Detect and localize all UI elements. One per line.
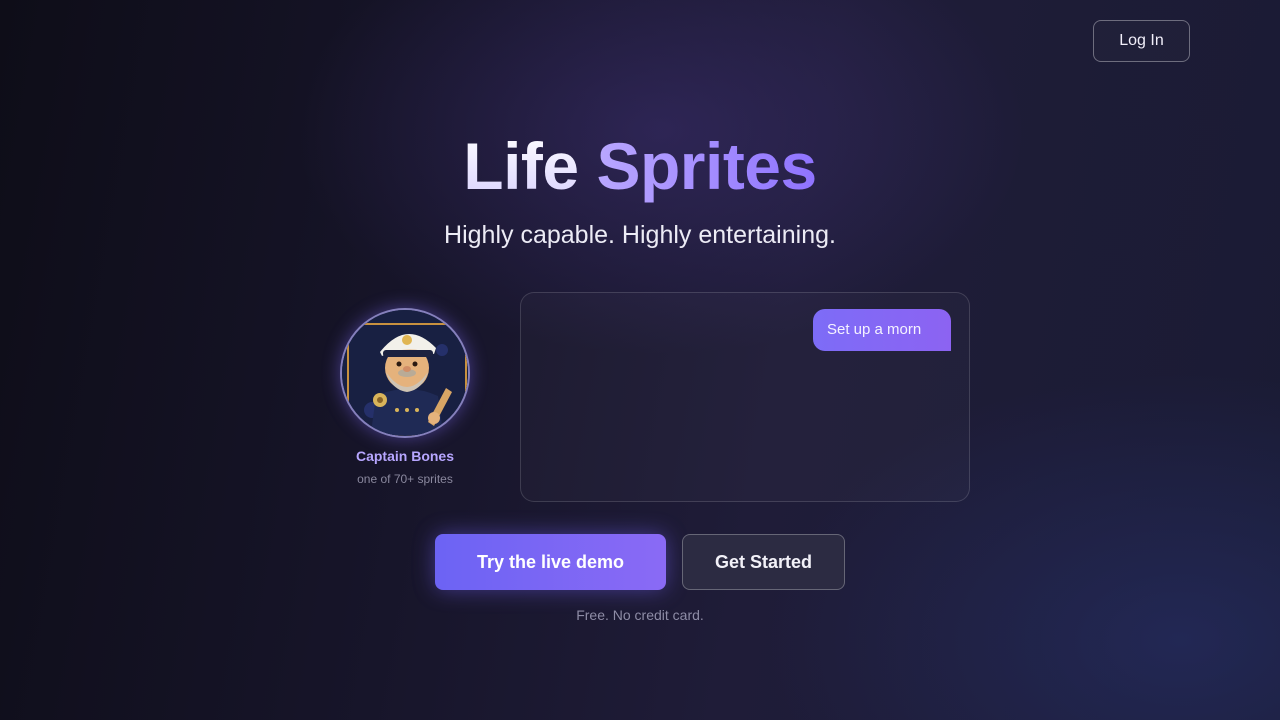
login-button[interactable]: Log In xyxy=(1093,20,1190,62)
sprite-name: Captain Bones xyxy=(355,448,454,464)
user-message-bubble: Set up a morn xyxy=(813,309,951,351)
hero-subtitle: Highly capable. Highly entertaining. xyxy=(444,221,836,249)
captain-sprite-icon xyxy=(342,310,468,436)
title-word-life: Life xyxy=(463,129,579,203)
sprite-avatar xyxy=(340,308,470,438)
title-word-sprites: Sprites xyxy=(596,129,817,203)
sprite-count-note: one of 70+ sprites xyxy=(357,472,453,486)
get-started-button[interactable]: Get Started xyxy=(682,534,845,590)
chat-demo-panel: Set up a morn xyxy=(520,292,970,502)
page-title: Life Sprites xyxy=(0,126,1280,206)
try-live-demo-button[interactable]: Try the live demo xyxy=(435,534,666,590)
cta-fineprint: Free. No credit card. xyxy=(576,607,704,623)
